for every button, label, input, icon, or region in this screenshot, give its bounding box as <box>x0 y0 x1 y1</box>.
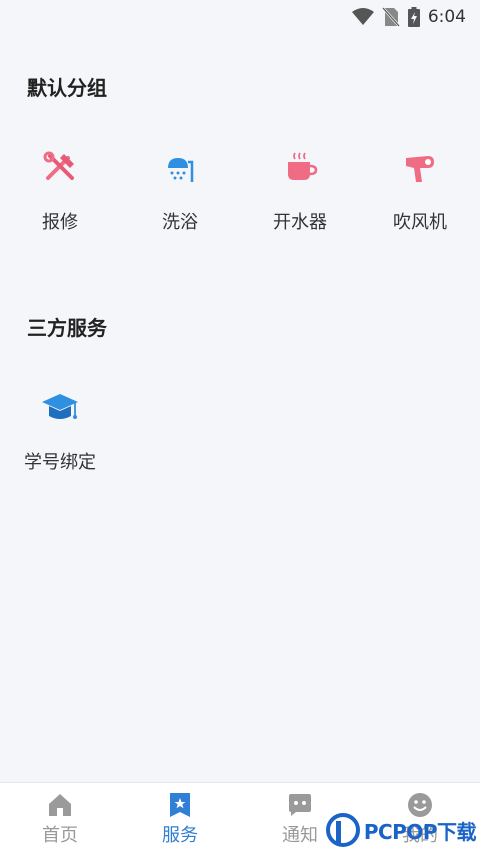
tab-home[interactable]: 首页 <box>0 783 120 853</box>
tab-label: 通知 <box>282 825 318 846</box>
service-hair-dryer[interactable]: 吹风机 <box>360 148 480 234</box>
service-label: 吹风机 <box>393 212 447 233</box>
tab-notifications[interactable]: 通知 <box>240 783 360 853</box>
smile-icon <box>408 793 432 817</box>
service-shower[interactable]: 洗浴 <box>120 148 240 234</box>
repair-tools-icon <box>43 151 74 180</box>
home-icon <box>49 794 71 816</box>
service-water-heater[interactable]: 开水器 <box>240 148 360 234</box>
service-student-id-binding[interactable]: 学号绑定 <box>0 388 120 474</box>
shower-icon <box>168 158 194 182</box>
no-sim-icon <box>381 7 400 27</box>
bottom-tab-bar: 首页 服务 通知 我的 <box>0 782 480 853</box>
clock: 6:04 <box>427 7 466 27</box>
tab-profile[interactable]: 我的 <box>360 783 480 853</box>
status-bar: 6:04 <box>0 0 480 34</box>
tab-label: 首页 <box>42 825 78 846</box>
section-title-default-group: 默认分组 <box>27 76 107 100</box>
battery-charging-icon <box>407 7 420 27</box>
service-label: 开水器 <box>273 212 327 233</box>
hot-cup-icon <box>288 152 318 180</box>
service-icon <box>170 793 190 817</box>
section-title-third-party: 三方服务 <box>27 316 107 340</box>
service-repair[interactable]: 报修 <box>0 148 120 234</box>
wifi-icon <box>351 8 374 25</box>
hair-dryer-icon <box>406 156 434 182</box>
service-label: 洗浴 <box>162 212 198 233</box>
service-label: 报修 <box>42 212 78 233</box>
tab-service[interactable]: 服务 <box>120 783 240 853</box>
tab-label: 我的 <box>402 825 438 846</box>
chat-icon <box>289 794 311 816</box>
tab-label: 服务 <box>162 825 198 846</box>
graduation-cap-icon <box>42 394 78 419</box>
service-label: 学号绑定 <box>24 452 96 473</box>
